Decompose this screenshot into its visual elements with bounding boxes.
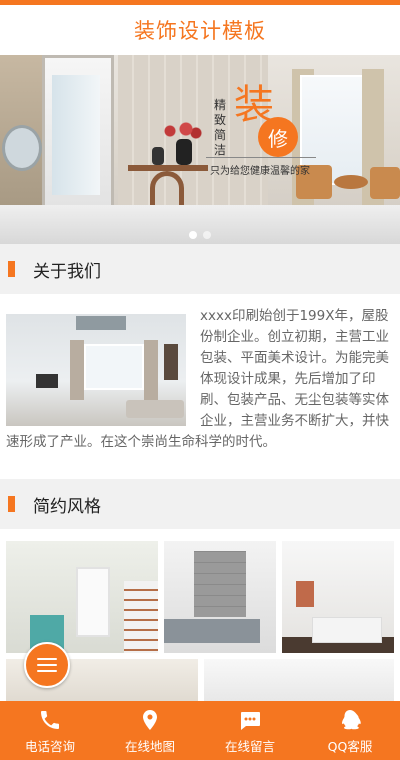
nav-map-label: 在线地图: [124, 738, 175, 754]
about-scene-ceiling: [76, 316, 126, 330]
bottom-nav: 电话咨询 在线地图 在线留言 QQ客服: [0, 701, 400, 760]
about-scene-window: [84, 344, 144, 390]
phone-icon: [37, 707, 63, 733]
banner-circle-char-text: 修: [268, 126, 288, 151]
banner-scene-chair: [370, 167, 400, 199]
menu-icon-line: [37, 670, 57, 672]
banner-subtitle: 只为给您健康温馨的家: [210, 166, 310, 177]
banner-scene-vase: [176, 139, 192, 165]
nav-phone-label: 电话咨询: [24, 738, 75, 754]
menu-icon-line: [37, 658, 57, 660]
map-pin-icon: [137, 707, 163, 733]
banner-scene-console-leg: [150, 171, 184, 205]
carousel-dots: [0, 231, 400, 239]
about-section: xxxx印刷始创于199X年，屋股份制企业。创立初期，主营工业包装、平面美术设计…: [6, 306, 394, 474]
message-icon: [237, 707, 263, 733]
section-header-style: 简约风格: [0, 479, 400, 529]
about-scene-sofa: [126, 400, 184, 418]
section-marker: [8, 261, 15, 277]
banner-scene-vase: [152, 147, 164, 165]
nav-qq[interactable]: QQ客服: [300, 701, 400, 760]
about-image[interactable]: [6, 314, 186, 426]
banner-circle-char: 修: [258, 117, 298, 157]
floating-menu-button[interactable]: [24, 642, 70, 688]
header: 装饰设计模板: [0, 5, 400, 55]
gallery-image-5[interactable]: [204, 659, 394, 707]
nav-message-label: 在线留言: [224, 738, 275, 754]
about-scene-curtain: [70, 340, 84, 400]
nav-qq-label: QQ客服: [327, 738, 373, 754]
section-marker: [8, 496, 15, 512]
gallery-scene-bed: [312, 617, 382, 643]
banner-vertical-text: 精致简洁: [214, 98, 227, 157]
nav-phone[interactable]: 电话咨询: [0, 701, 100, 760]
gallery-scene-door: [76, 567, 110, 637]
about-scene-curtain: [144, 340, 158, 400]
carousel-dot-1[interactable]: [189, 231, 197, 239]
gallery-scene-stairs: [124, 581, 158, 653]
gallery-image-2[interactable]: [164, 541, 276, 653]
banner-scene-shower: [52, 75, 100, 195]
gallery-scene-wall: [194, 551, 246, 617]
gallery-image-1[interactable]: [6, 541, 158, 653]
nav-map[interactable]: 在线地图: [100, 701, 200, 760]
banner-divider: [206, 157, 316, 158]
page-title: 装饰设计模板: [134, 19, 266, 43]
about-scene-art: [164, 344, 178, 380]
banner-scene-flowers: [162, 121, 202, 141]
gallery-scene-sofa: [164, 619, 260, 643]
section-title-style: 简约风格: [33, 496, 101, 517]
menu-icon-line: [37, 664, 57, 666]
section-header-about: 关于我们: [0, 244, 400, 294]
nav-message[interactable]: 在线留言: [200, 701, 300, 760]
qq-icon: [337, 707, 363, 733]
carousel-dot-2[interactable]: [203, 231, 211, 239]
banner-scene-table: [334, 175, 368, 189]
hero-banner[interactable]: 精致简洁 装 修 只为给您健康温馨的家: [0, 55, 400, 244]
about-scene-tv: [36, 374, 58, 388]
section-title-about: 关于我们: [33, 261, 101, 282]
gallery-image-3[interactable]: [282, 541, 394, 653]
banner-scene-mirror: [2, 125, 42, 171]
gallery-scene-art: [296, 581, 314, 607]
